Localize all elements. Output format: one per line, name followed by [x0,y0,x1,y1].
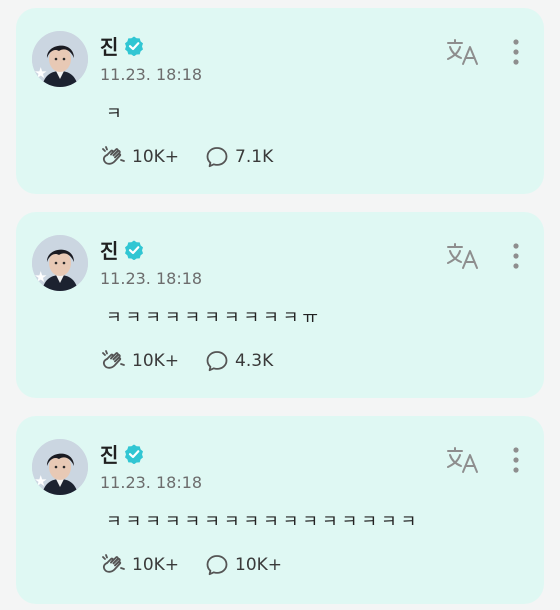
like-count: 10K+ [132,147,180,167]
more-vertical-icon[interactable] [510,242,522,272]
verified-badge-icon [125,240,143,260]
comment-count: 4.3K [235,351,274,371]
comment-icon [206,351,228,372]
avatar[interactable]: ★ [32,235,88,291]
author-name[interactable]: 진 [100,444,118,466]
post-timestamp: 11.23. 18:18 [100,65,203,84]
like-button[interactable]: 10K+ [100,553,179,577]
post-text: ㅋㅋㅋㅋㅋㅋㅋㅋㅋㅋㅠ [106,308,323,328]
like-button[interactable]: 10K+ [100,349,179,373]
like-count: 10K+ [132,351,180,371]
translate-icon[interactable] [446,38,480,66]
like-count: 10K+ [132,555,180,575]
verified-badge-icon [125,36,143,56]
comment-count: 10K+ [235,555,283,575]
post-timestamp: 11.23. 18:18 [100,473,203,492]
post-card[interactable]: ★ 진 11.23. 18:18 ㅋㅋㅋㅋㅋㅋㅋㅋㅋㅋㅋㅋㅋㅋㅋㅋ 10K+ 1… [16,416,544,604]
post-card[interactable]: ★ 진 11.23. 18:18 ㅋㅋㅋㅋㅋㅋㅋㅋㅋㅋㅠ 10K+ 4.3K [16,212,544,398]
applause-icon [102,554,125,573]
comment-button[interactable]: 7.1K [205,145,273,169]
comment-icon [206,555,228,576]
comment-count: 7.1K [235,147,274,167]
comment-icon [206,147,228,168]
post-text: ㅋ [106,104,126,124]
author-name[interactable]: 진 [100,36,118,58]
post-feed: ★ 진 11.23. 18:18 ㅋ 10K+ 7.1K ★ 진 11.23. … [0,0,560,610]
post-timestamp: 11.23. 18:18 [100,269,203,288]
comment-button[interactable]: 10K+ [205,553,282,577]
post-text: ㅋㅋㅋㅋㅋㅋㅋㅋㅋㅋㅋㅋㅋㅋㅋㅋ [106,512,421,532]
post-actions: 10K+ 4.3K [100,348,299,374]
star-icon: ★ [34,472,48,490]
author-name[interactable]: 진 [100,240,118,262]
translate-icon[interactable] [446,446,480,474]
post-card[interactable]: ★ 진 11.23. 18:18 ㅋ 10K+ 7.1K [16,8,544,194]
avatar[interactable]: ★ [32,31,88,87]
star-icon: ★ [34,64,48,82]
verified-badge-icon [125,444,143,464]
post-actions: 10K+ 10K+ [100,552,308,578]
post-actions: 10K+ 7.1K [100,144,299,170]
more-vertical-icon[interactable] [510,446,522,476]
avatar[interactable]: ★ [32,439,88,495]
applause-icon [102,146,125,165]
comment-button[interactable]: 4.3K [205,349,273,373]
translate-icon[interactable] [446,242,480,270]
like-button[interactable]: 10K+ [100,145,179,169]
star-icon: ★ [34,268,48,286]
applause-icon [102,350,125,369]
more-vertical-icon[interactable] [510,38,522,68]
